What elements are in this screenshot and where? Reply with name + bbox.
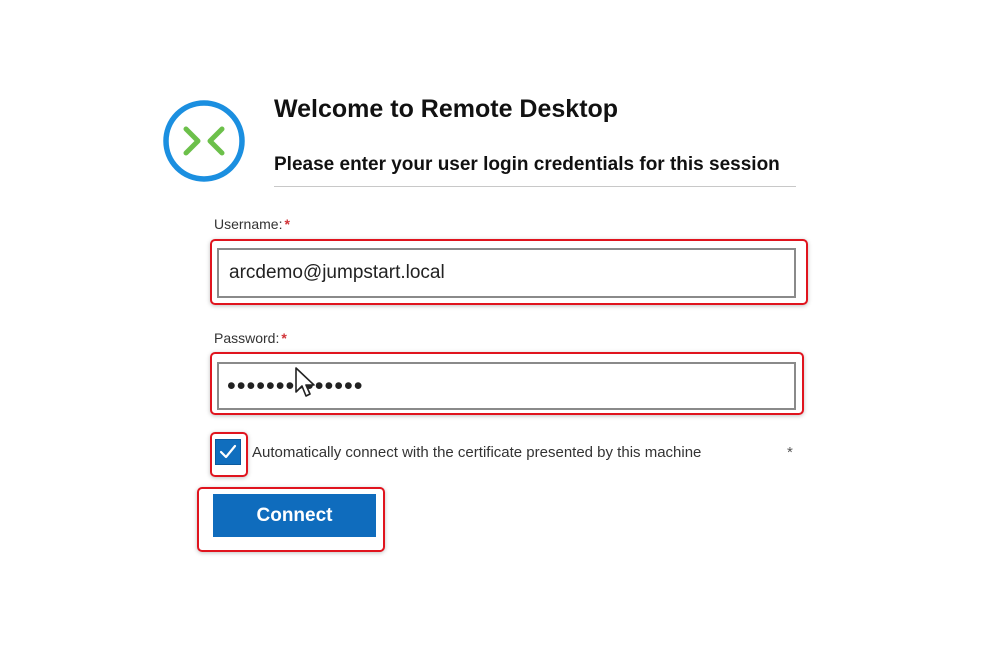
auto-connect-label: Automatically connect with the certifica… bbox=[252, 444, 702, 461]
auto-connect-asterisk: * bbox=[787, 444, 793, 461]
mouse-cursor-icon bbox=[295, 367, 315, 397]
password-label: Password: * bbox=[214, 330, 287, 346]
remote-desktop-logo bbox=[163, 100, 245, 182]
header-divider bbox=[274, 186, 796, 187]
checkmark-icon bbox=[219, 444, 237, 459]
username-label-text: Username: bbox=[214, 216, 283, 232]
password-label-text: Password: bbox=[214, 330, 280, 346]
username-label: Username: * bbox=[214, 216, 290, 232]
page-subtitle: Please enter your user login credentials… bbox=[274, 154, 780, 175]
auto-connect-checkbox[interactable] bbox=[215, 439, 241, 465]
username-required-mark: * bbox=[284, 216, 290, 232]
password-required-mark: * bbox=[281, 330, 287, 346]
page-title: Welcome to Remote Desktop bbox=[274, 95, 619, 123]
username-input[interactable] bbox=[217, 248, 796, 298]
connect-button[interactable]: Connect bbox=[213, 494, 376, 537]
